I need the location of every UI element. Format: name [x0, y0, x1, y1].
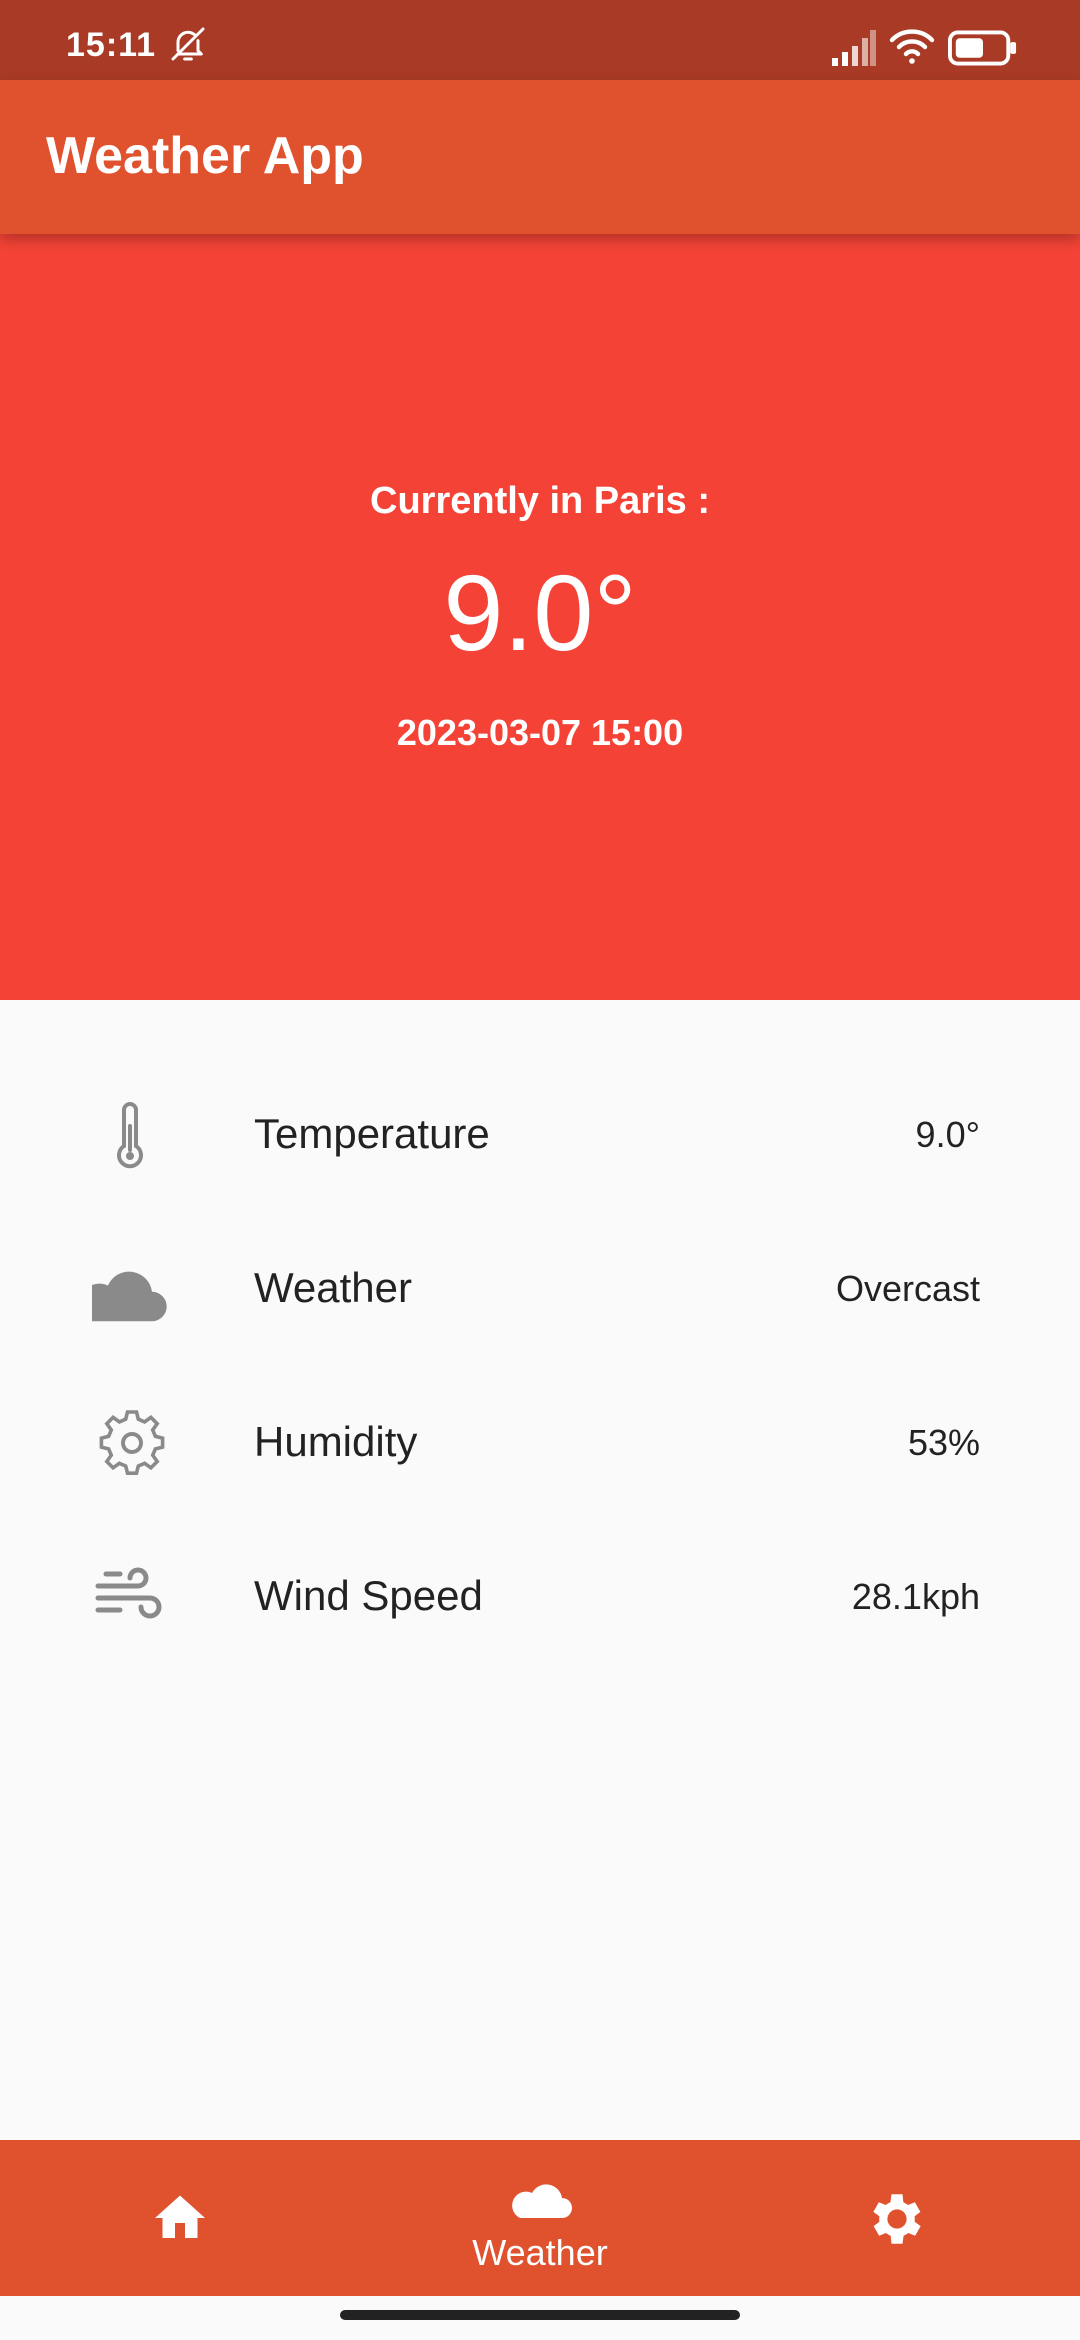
thermometer-icon [117, 1102, 143, 1169]
detail-row-temperature: Temperature 9.0° [0, 1056, 1080, 1206]
screen: 15:11 Weather App Currently in Paris: 9… [0, 0, 1080, 2340]
bell-off-icon [171, 27, 205, 61]
settings-icon [873, 2194, 921, 2244]
nav-item-weather[interactable]: Weather [360, 2140, 720, 2296]
home-indicator[interactable] [340, 2310, 740, 2320]
detail-label: Temperature [254, 1110, 490, 1157]
app-title: Weather App [46, 127, 364, 185]
detail-label: Wind Speed [254, 1572, 483, 1619]
cloud-icon [512, 2184, 572, 2218]
weather-details-list: Temperature 9.0° Weather Overcast Humidi… [0, 1000, 1080, 2140]
detail-row-wind-speed: Wind Speed 28.1kph [0, 1518, 1080, 1668]
detail-row-humidity: Humidity 53% [0, 1364, 1080, 1514]
nav-label-weather: Weather [472, 2232, 608, 2273]
detail-value: 53% [907, 1422, 980, 1463]
detail-value: 28.1kph [851, 1576, 980, 1617]
status-bar: 15:11 [0, 0, 1080, 80]
gear-icon [99, 1410, 165, 1476]
current-temperature: 9.0° [443, 552, 637, 673]
battery-icon [948, 30, 1017, 66]
observation-datetime: 2023-03-07 15:00 [396, 712, 684, 753]
wind-icon [95, 1567, 162, 1619]
app-bar: Weather App [0, 80, 1080, 234]
detail-label: Humidity [254, 1418, 418, 1465]
detail-row-weather: Weather Overcast [0, 1210, 1080, 1360]
location-label: Currently in Paris : [370, 480, 710, 522]
status-time: 15:11 [66, 26, 157, 64]
nav-item-settings[interactable] [720, 2140, 1080, 2296]
home-icon [155, 2195, 205, 2238]
detail-label: Weather [254, 1264, 412, 1311]
cloud-icon [92, 1271, 167, 1322]
wifi-icon [889, 29, 935, 64]
bottom-navigation: Weather [0, 2140, 1080, 2296]
nav-item-home[interactable] [0, 2140, 360, 2296]
signal-icon [832, 30, 876, 66]
current-weather-hero: Currently in Paris : 9.0° 2023-03-07 15:… [0, 234, 1080, 1000]
detail-value: 9.0° [915, 1114, 980, 1155]
detail-value: Overcast [835, 1268, 980, 1309]
